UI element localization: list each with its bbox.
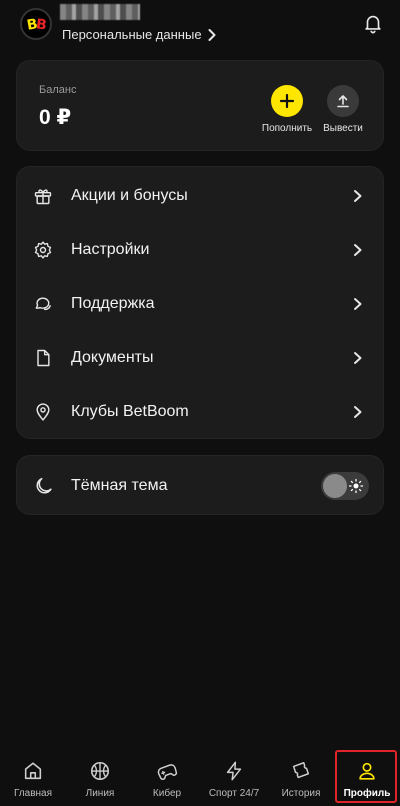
nav-label: История — [281, 788, 321, 799]
basketball-icon — [90, 761, 110, 781]
balance-card: Баланс 0 ₽ Пополнить Вывести — [16, 60, 384, 151]
chat-icon — [35, 297, 51, 311]
document-icon — [37, 349, 50, 367]
menu-item-documents[interactable]: Документы — [17, 331, 383, 385]
menu-item-label: Акции и бонусы — [71, 187, 188, 204]
nav-label: Кибер — [152, 788, 182, 799]
sun-icon — [348, 478, 364, 494]
username-blurred — [60, 4, 140, 20]
chevron-right-icon — [208, 28, 216, 41]
gamepad-icon — [157, 764, 178, 780]
deposit-button[interactable]: Пополнить — [259, 85, 315, 134]
active-tab-highlight-frame — [335, 750, 397, 803]
deposit-label: Пополнить — [261, 123, 313, 134]
bell-icon[interactable] — [362, 12, 384, 34]
betboom-logo: BB — [20, 8, 52, 40]
lightning-icon — [226, 761, 242, 781]
menu-item-clubs[interactable]: Клубы BetBoom — [17, 385, 383, 439]
home-icon — [24, 762, 42, 780]
withdraw-label: Вывести — [323, 123, 363, 134]
toggle-knob — [323, 474, 347, 498]
menu-item-support[interactable]: Поддержка — [17, 277, 383, 331]
menu-item-label: Клубы BetBoom — [71, 403, 189, 420]
personal-data-label: Персональные данные — [62, 27, 202, 42]
chevron-right-icon — [354, 298, 362, 310]
nav-label: Линия — [85, 788, 115, 799]
gift-icon — [34, 189, 52, 205]
nav-label: Главная — [13, 788, 53, 799]
dark-theme-row: Тёмная тема — [16, 455, 384, 515]
nav-history[interactable]: История — [268, 748, 334, 806]
menu-item-settings[interactable]: Настройки — [17, 223, 383, 277]
chevron-right-icon — [354, 190, 362, 202]
settings-menu: Акции и бонусы Настройки Поддержка Докум… — [16, 166, 384, 439]
balance-label: Баланс — [39, 84, 77, 96]
balance-value: 0 ₽ — [39, 106, 72, 129]
chevron-right-icon — [354, 244, 362, 256]
menu-item-promotions[interactable]: Акции и бонусы — [17, 169, 383, 223]
menu-item-label: Поддержка — [71, 295, 155, 312]
location-pin-icon — [36, 403, 50, 421]
menu-item-label: Документы — [71, 349, 154, 366]
moon-icon — [36, 477, 52, 494]
nav-sport-247[interactable]: Спорт 24/7 — [201, 748, 267, 806]
gear-icon — [34, 241, 52, 259]
profile-header: BB Персональные данные — [0, 0, 400, 56]
personal-data-link[interactable]: Персональные данные — [62, 27, 216, 42]
dark-theme-toggle[interactable] — [321, 472, 369, 500]
nav-cyber[interactable]: Кибер — [134, 748, 200, 806]
withdraw-button[interactable]: Вывести — [315, 85, 371, 134]
ticket-icon — [292, 762, 310, 779]
plus-icon — [279, 93, 295, 109]
chevron-right-icon — [354, 352, 362, 364]
upload-icon — [337, 95, 349, 108]
nav-label: Спорт 24/7 — [208, 788, 260, 799]
menu-item-label: Настройки — [71, 241, 150, 258]
nav-line[interactable]: Линия — [67, 748, 133, 806]
dark-theme-label: Тёмная тема — [71, 477, 168, 494]
nav-home[interactable]: Главная — [0, 748, 66, 806]
chevron-right-icon — [354, 406, 362, 418]
